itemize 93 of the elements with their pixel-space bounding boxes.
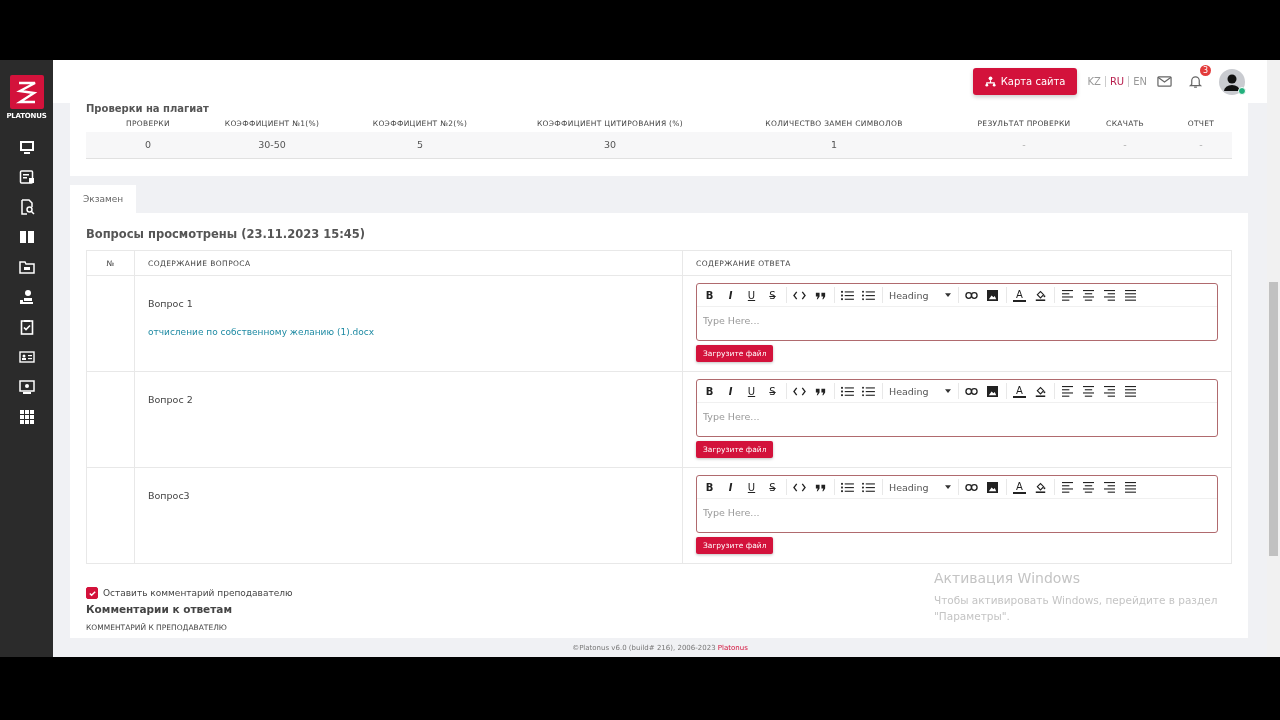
- notification-bell-icon[interactable]: [1188, 74, 1203, 89]
- caret-icon: [945, 389, 951, 393]
- apps-grid-icon[interactable]: [18, 409, 35, 425]
- link-icon[interactable]: [965, 481, 978, 493]
- section-title: Проверки на плагиат: [86, 103, 210, 115]
- align-justify-icon[interactable]: [1124, 289, 1137, 301]
- code-icon[interactable]: [793, 385, 806, 397]
- table-cell-text: -: [1122, 138, 1128, 152]
- tab[interactable]: Экзамен: [70, 185, 137, 213]
- format-button[interactable]: U: [745, 481, 758, 493]
- text-color-button[interactable]: A: [1013, 480, 1026, 494]
- link-icon[interactable]: [965, 385, 978, 397]
- format-button[interactable]: I: [724, 481, 737, 493]
- text-color-button[interactable]: A: [1013, 288, 1026, 302]
- search-icon[interactable]: [18, 199, 35, 215]
- attachment-link[interactable]: отчисление по собственному желанию (1).docx: [148, 327, 374, 337]
- user-avatar[interactable]: [1219, 68, 1245, 95]
- question-text: Вопрос3: [148, 490, 190, 501]
- format-button[interactable]: I: [724, 385, 737, 397]
- text-color-button[interactable]: A: [1013, 384, 1026, 398]
- format-button[interactable]: B: [703, 289, 716, 301]
- table-cell-text: 30: [602, 138, 618, 152]
- answer-editor[interactable]: B I U S Heading A Type Here...: [696, 283, 1218, 341]
- align-right-icon[interactable]: [1103, 289, 1116, 301]
- scrollbar-thumb[interactable]: [1269, 282, 1278, 556]
- sitemap-button[interactable]: Карта сайта: [972, 68, 1078, 95]
- bullet-list-icon[interactable]: [862, 385, 875, 397]
- fill-bucket-icon[interactable]: [1034, 289, 1047, 301]
- image-icon[interactable]: [986, 289, 999, 301]
- image-icon[interactable]: [986, 481, 999, 493]
- clipboard-check-icon[interactable]: [18, 319, 35, 335]
- align-right-icon[interactable]: [1103, 481, 1116, 493]
- language-link[interactable]: RU: [1109, 76, 1125, 87]
- align-center-icon[interactable]: [1082, 385, 1095, 397]
- document-icon[interactable]: [18, 169, 35, 185]
- format-button[interactable]: U: [745, 289, 758, 301]
- table-cell-text: 30-50: [257, 138, 287, 152]
- format-button[interactable]: U: [745, 385, 758, 397]
- heading-dropdown[interactable]: Heading: [889, 481, 951, 493]
- caret-icon: [945, 293, 951, 297]
- heading-dropdown[interactable]: Heading: [889, 289, 951, 301]
- activation-text: Чтобы активировать Windows, перейдите в раздел "Параметры".: [934, 593, 1219, 624]
- format-button[interactable]: S: [766, 385, 779, 397]
- table-cell-text: 0: [143, 138, 152, 152]
- book-icon[interactable]: [18, 229, 35, 245]
- checkbox-label: Оставить комментарий преподавателю: [103, 588, 293, 598]
- numbered-list-icon[interactable]: [841, 481, 854, 493]
- notification-count: 3: [1199, 65, 1211, 76]
- answer-editor[interactable]: B I U S Heading A Type Here...: [696, 379, 1218, 437]
- align-right-icon[interactable]: [1103, 385, 1116, 397]
- align-left-icon[interactable]: [1061, 289, 1074, 301]
- align-center-icon[interactable]: [1082, 481, 1095, 493]
- format-button[interactable]: I: [724, 289, 737, 301]
- checkbox[interactable]: [86, 587, 98, 599]
- bullet-list-icon[interactable]: [862, 481, 875, 493]
- align-justify-icon[interactable]: [1124, 481, 1137, 493]
- section-title: Вопросы просмотрены (23.11.2023 15:45): [86, 227, 367, 241]
- bullet-list-icon[interactable]: [862, 289, 875, 301]
- numbered-list-icon[interactable]: [841, 289, 854, 301]
- monitor-person-icon[interactable]: [18, 379, 35, 395]
- table-cell-text: -: [1021, 138, 1027, 152]
- mail-icon[interactable]: [1157, 74, 1172, 89]
- align-justify-icon[interactable]: [1124, 385, 1137, 397]
- image-icon[interactable]: [986, 385, 999, 397]
- table-cell-text: 5: [415, 138, 424, 152]
- format-button[interactable]: S: [766, 289, 779, 301]
- question-text: Вопрос 1: [148, 298, 193, 309]
- sitemap-icon: [984, 76, 996, 87]
- logo-icon: [9, 75, 44, 109]
- caret-icon: [945, 485, 951, 489]
- question-text: Вопрос 2: [148, 394, 193, 405]
- answer-editor[interactable]: B I U S Heading A Type Here...: [696, 475, 1218, 533]
- numbered-list-icon[interactable]: [841, 385, 854, 397]
- heading-dropdown[interactable]: Heading: [889, 385, 951, 397]
- align-left-icon[interactable]: [1061, 481, 1074, 493]
- folder-icon[interactable]: [18, 259, 35, 275]
- align-left-icon[interactable]: [1061, 385, 1074, 397]
- code-icon[interactable]: [793, 289, 806, 301]
- fill-bucket-icon[interactable]: [1034, 385, 1047, 397]
- link-icon[interactable]: [965, 289, 978, 301]
- fill-bucket-icon[interactable]: [1034, 481, 1047, 493]
- activation-title: Активация Windows: [934, 570, 1082, 586]
- format-button[interactable]: B: [703, 481, 716, 493]
- section-title: Комментарии к ответам: [86, 603, 232, 615]
- table-cell-text: -: [1198, 138, 1204, 152]
- person-icon[interactable]: [18, 289, 35, 305]
- format-button[interactable]: B: [703, 385, 716, 397]
- monitor-icon[interactable]: [18, 139, 35, 155]
- align-center-icon[interactable]: [1082, 289, 1095, 301]
- format-button[interactable]: S: [766, 481, 779, 493]
- table-cell-text: 1: [829, 138, 838, 152]
- id-card-icon[interactable]: [18, 349, 35, 365]
- code-icon[interactable]: [793, 481, 806, 493]
